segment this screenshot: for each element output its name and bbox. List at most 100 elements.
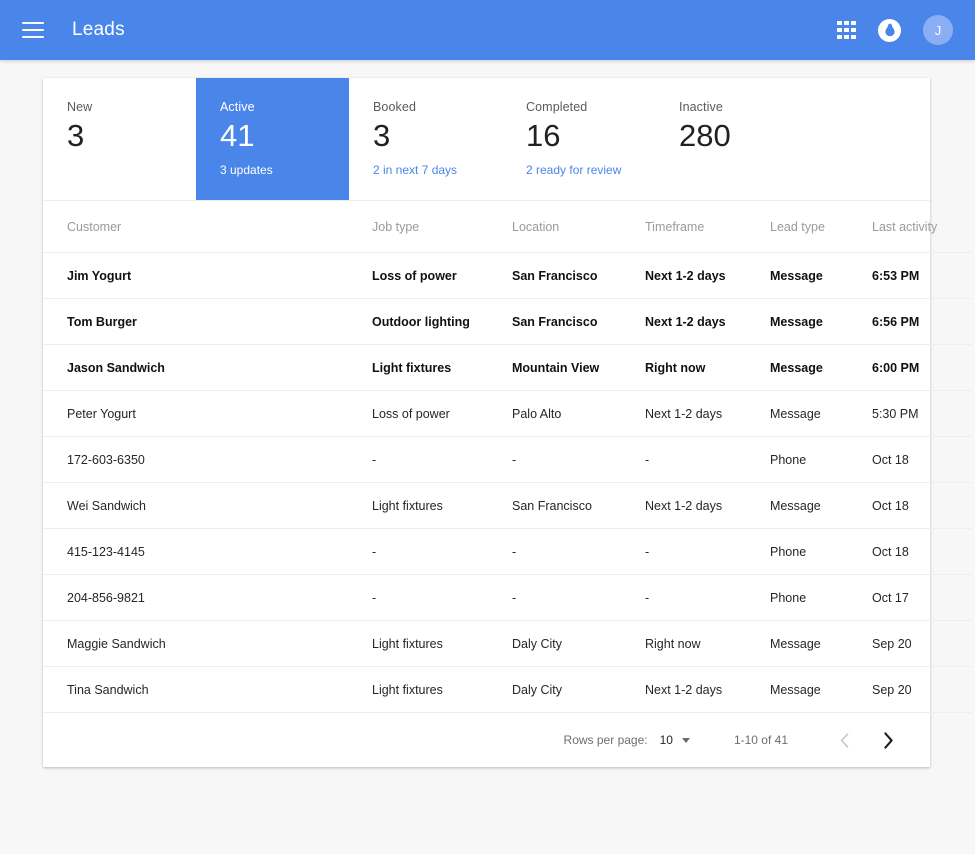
cell-lead-type: Phone — [770, 574, 872, 621]
cell-location: Mountain View — [512, 344, 645, 391]
cell-job-type: - — [372, 574, 512, 621]
cell-last-activity: 6:00 PM — [872, 344, 972, 391]
cell-lead-type: Message — [770, 344, 872, 391]
stat-value: 16 — [526, 118, 561, 153]
cell-timeframe: Next 1-2 days — [645, 298, 770, 345]
stat-label: New — [67, 100, 93, 114]
cell-job-type: Outdoor lighting — [372, 298, 512, 345]
rows-per-page-value: 10 — [659, 733, 673, 747]
table-row[interactable]: Jim Yogurt Loss of power San Francisco N… — [43, 252, 972, 299]
table-row[interactable]: Wei Sandwich Light fixtures San Francisc… — [43, 482, 972, 529]
grid-apps-icon[interactable] — [837, 20, 856, 40]
stat-label: Inactive — [679, 100, 723, 114]
cell-customer: 172-603-6350 — [43, 436, 372, 483]
stat-value: 41 — [220, 118, 255, 153]
cell-last-activity: Sep 20 — [872, 620, 972, 667]
stat-tile-completed[interactable]: Completed 16 2 ready for review — [502, 78, 655, 200]
cell-timeframe: Next 1-2 days — [645, 482, 770, 529]
cell-location: San Francisco — [512, 298, 645, 345]
cell-last-activity: 6:56 PM — [872, 298, 972, 345]
table-header: Customer Job type Location Timeframe Lea… — [43, 201, 972, 253]
hamburger-menu-icon[interactable] — [22, 22, 44, 38]
cell-customer: Tina Sandwich — [43, 666, 372, 713]
cell-location: - — [512, 436, 645, 483]
avatar-initial: J — [934, 22, 942, 38]
table-body: Jim Yogurt Loss of power San Francisco N… — [43, 252, 972, 713]
rows-per-page-select[interactable]: 10 — [660, 733, 690, 747]
cell-last-activity: 5:30 PM — [872, 390, 972, 437]
app-bar-actions: J — [837, 15, 953, 45]
column-header-customer[interactable]: Customer — [43, 201, 372, 253]
table-row[interactable]: Maggie Sandwich Light fixtures Daly City… — [43, 620, 972, 667]
cell-customer: 415-123-4145 — [43, 528, 372, 575]
page-body: New 3 Active 41 3 updates Booked 3 2 in … — [0, 60, 975, 767]
cell-job-type: Light fixtures — [372, 344, 512, 391]
table-row[interactable]: Tina Sandwich Light fixtures Daly City N… — [43, 666, 972, 713]
cell-lead-type: Message — [770, 252, 872, 299]
stat-value: 280 — [679, 118, 731, 153]
cell-customer: Tom Burger — [43, 298, 372, 345]
cell-location: San Francisco — [512, 252, 645, 299]
cell-last-activity: Oct 17 — [872, 574, 972, 621]
cell-lead-type: Message — [770, 298, 872, 345]
table-row[interactable]: Peter Yogurt Loss of power Palo Alto Nex… — [43, 390, 972, 437]
page-title: Leads — [72, 19, 125, 40]
cell-last-activity: Oct 18 — [872, 436, 972, 483]
table-row[interactable]: Jason Sandwich Light fixtures Mountain V… — [43, 344, 972, 391]
stat-tile-new[interactable]: New 3 — [43, 78, 196, 200]
bell-notification-icon[interactable] — [878, 18, 901, 42]
cell-customer: Jim Yogurt — [43, 252, 372, 299]
stat-sublink[interactable]: 2 ready for review — [526, 163, 655, 177]
table-row[interactable]: 415-123-4145 - - - Phone Oct 18 — [43, 528, 972, 575]
stat-sublink[interactable]: 3 updates — [220, 163, 349, 177]
stat-label: Active — [220, 100, 255, 114]
column-header-last-activity[interactable]: Last activity — [872, 201, 972, 253]
column-header-job-type[interactable]: Job type — [372, 201, 512, 253]
cell-timeframe: Next 1-2 days — [645, 666, 770, 713]
cell-location: - — [512, 528, 645, 575]
stat-sublink[interactable]: 2 in next 7 days — [373, 163, 502, 177]
pagination-bar: Rows per page: 10 1-10 of 41 — [43, 713, 930, 767]
leads-card: New 3 Active 41 3 updates Booked 3 2 in … — [43, 78, 972, 767]
cell-last-activity: 6:53 PM — [872, 252, 972, 299]
cell-job-type: Light fixtures — [372, 666, 512, 713]
column-header-location[interactable]: Location — [512, 201, 645, 253]
cell-job-type: Light fixtures — [372, 620, 512, 667]
stat-label: Booked — [373, 100, 416, 114]
cell-customer: Peter Yogurt — [43, 390, 372, 437]
cell-location: San Francisco — [512, 482, 645, 529]
table-row[interactable]: Tom Burger Outdoor lighting San Francisc… — [43, 298, 972, 345]
cell-location: Daly City — [512, 666, 645, 713]
cell-lead-type: Message — [770, 482, 872, 529]
column-header-timeframe[interactable]: Timeframe — [645, 201, 770, 253]
cell-last-activity: Sep 20 — [872, 666, 972, 713]
stat-value: 3 — [67, 118, 85, 153]
stat-value: 3 — [373, 118, 391, 153]
cell-lead-type: Message — [770, 390, 872, 437]
cell-customer: 204-856-9821 — [43, 574, 372, 621]
cell-job-type: - — [372, 436, 512, 483]
cell-location: Palo Alto — [512, 390, 645, 437]
column-header-lead-type[interactable]: Lead type — [770, 201, 872, 253]
stat-tile-active[interactable]: Active 41 3 updates — [196, 78, 349, 200]
pagination-range: 1-10 of 41 — [733, 733, 788, 747]
cell-location: Daly City — [512, 620, 645, 667]
stat-tiles: New 3 Active 41 3 updates Booked 3 2 in … — [43, 78, 930, 201]
cell-location: - — [512, 574, 645, 621]
cell-timeframe: - — [645, 574, 770, 621]
previous-page-button[interactable] — [826, 722, 862, 758]
avatar[interactable]: J — [923, 15, 953, 45]
table-row[interactable]: 172-603-6350 - - - Phone Oct 18 — [43, 436, 972, 483]
cell-lead-type: Message — [770, 666, 872, 713]
cell-customer: Wei Sandwich — [43, 482, 372, 529]
table-row[interactable]: 204-856-9821 - - - Phone Oct 17 — [43, 574, 972, 621]
chevron-down-icon — [681, 737, 690, 743]
stat-tile-inactive[interactable]: Inactive 280 — [655, 78, 808, 200]
app-bar: Leads J — [0, 0, 975, 60]
stat-tile-booked[interactable]: Booked 3 2 in next 7 days — [349, 78, 502, 200]
next-page-button[interactable] — [870, 722, 906, 758]
cell-timeframe: Next 1-2 days — [645, 390, 770, 437]
cell-timeframe: Right now — [645, 344, 770, 391]
cell-job-type: Loss of power — [372, 390, 512, 437]
cell-last-activity: Oct 18 — [872, 482, 972, 529]
